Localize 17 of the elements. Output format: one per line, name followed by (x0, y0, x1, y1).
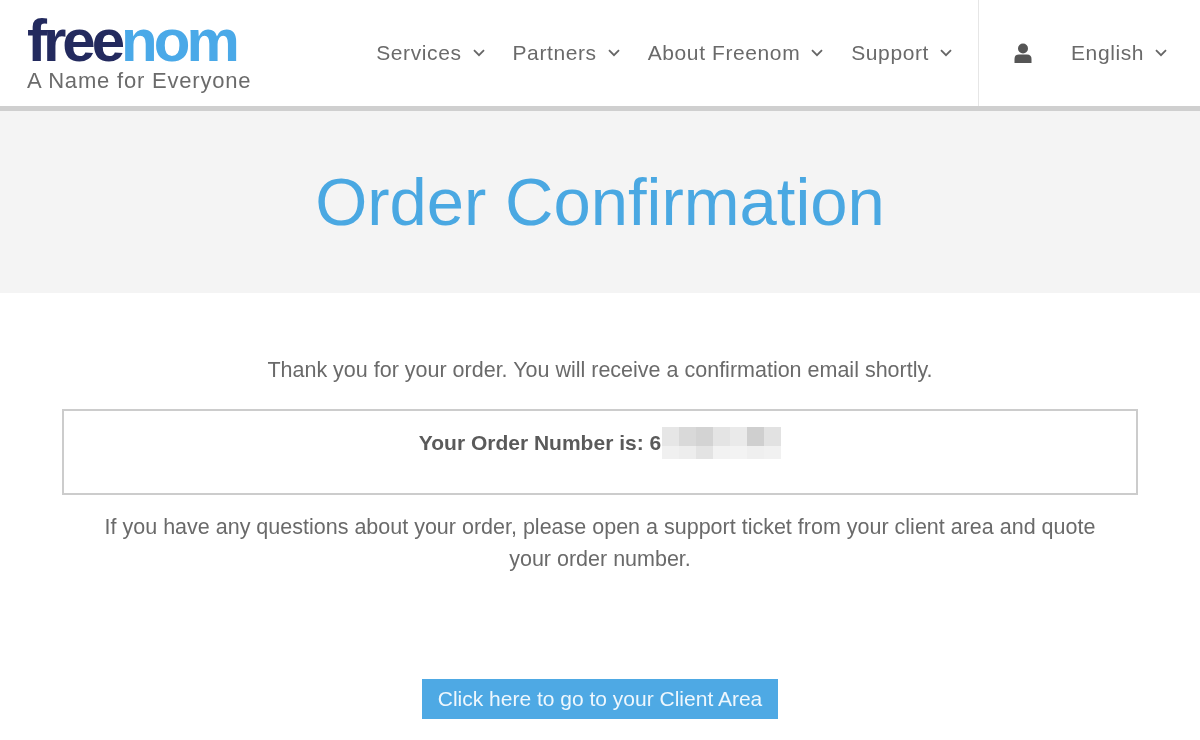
tagline: A Name for Everyone (27, 68, 252, 94)
chevron-down-icon (811, 49, 824, 57)
nav-menu-link[interactable]: Support (851, 41, 952, 65)
language-menu-link[interactable]: English (1071, 41, 1168, 65)
chevron-down-icon (607, 49, 620, 57)
user-icon[interactable] (1014, 43, 1032, 63)
nav-menu-link[interactable]: About Freenom (647, 41, 824, 65)
chevron-down-icon (940, 49, 952, 57)
order-number-label: Your Order Number is: 6 (418, 430, 662, 456)
nav-menu-link[interactable]: Partners (512, 41, 620, 65)
chevron-down-icon (472, 49, 485, 57)
logo[interactable]: freenom (27, 14, 236, 68)
confirmation-message: Thank you for your order. You will receive a confirmation email shortly. (267, 357, 933, 384)
chevron-down-icon (1155, 49, 1168, 57)
nav-menu-link[interactable]: Services (376, 41, 485, 65)
support-note: If you have any questions about your order, please open a support ticket from your client area and quote your order number. (103, 514, 1097, 573)
page-title: Order Confirmation (315, 163, 885, 241)
